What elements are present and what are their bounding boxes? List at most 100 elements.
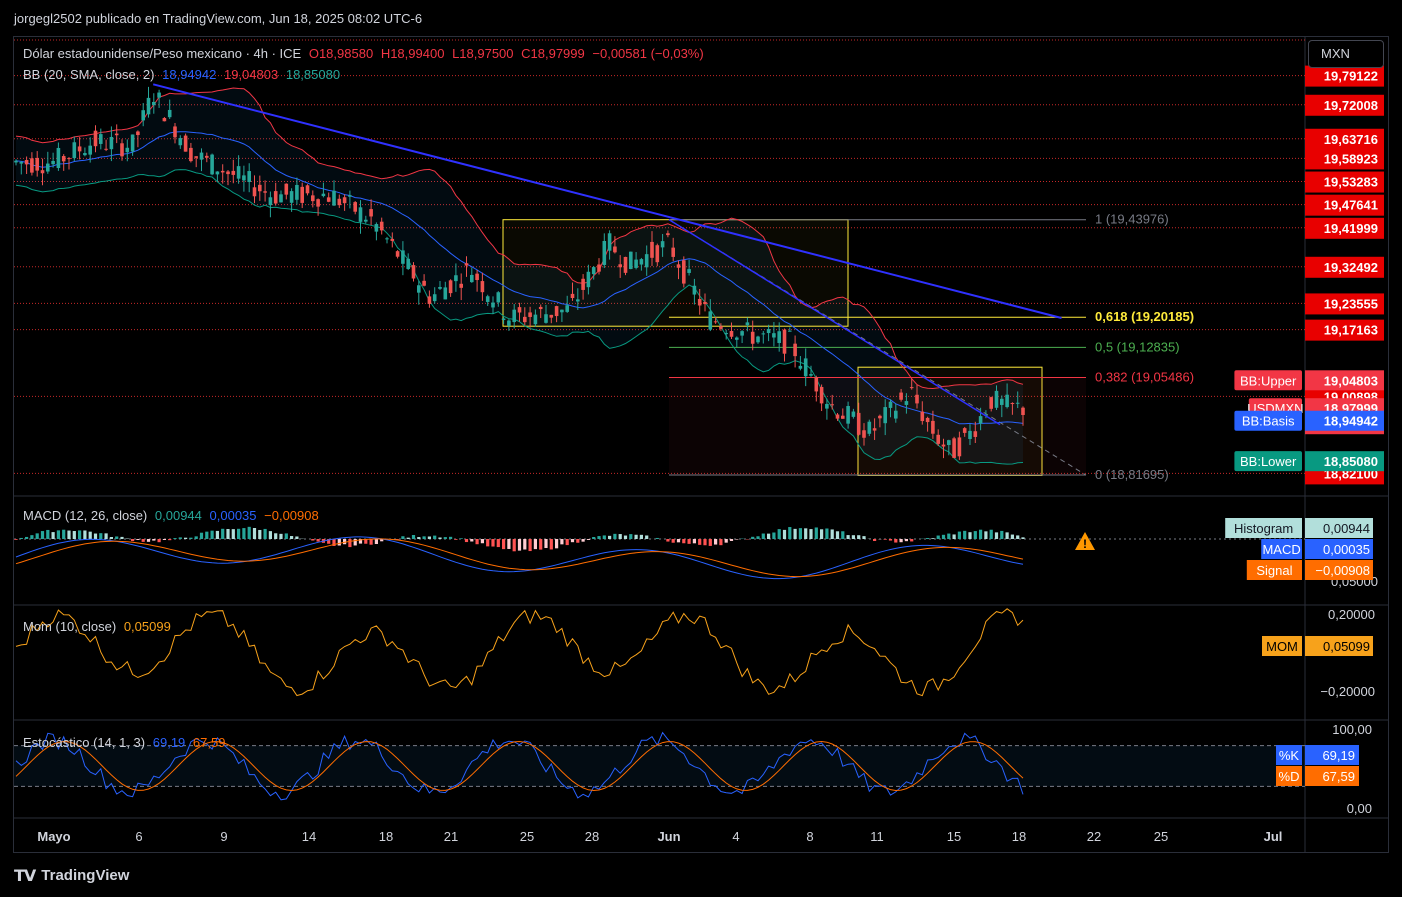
mom-tag-value: 0,05099 [1323,639,1370,654]
mom-label: Mom (10, close) [23,619,117,634]
macd-histogram-bar [268,531,272,539]
candle-body [99,134,103,144]
macd-histogram-bar [146,539,151,542]
macd-histogram-bar [645,535,649,539]
candle-body [788,330,792,332]
time-axis-label: 9 [220,829,227,844]
candle-body [803,358,808,377]
macd-histogram-bar [984,531,988,539]
candle-body [560,309,564,313]
candle-body [867,421,872,434]
candle-body [851,411,856,417]
macd-histogram-bar [443,537,447,539]
candle-body [337,198,342,206]
candle-body [660,241,665,248]
candle-body [24,160,29,165]
macd-histogram-bar [470,539,474,542]
price-axis-label: 19,58923 [1324,151,1378,166]
candle-body [379,221,384,231]
macd-histogram-bar [502,539,506,550]
candle-body [814,377,819,392]
candle-body [501,318,506,320]
macd-histogram-bar [480,539,484,544]
stoch-axis-label: 100,00 [1332,722,1372,737]
time-axis-label: Jun [657,829,680,844]
candle-body [258,184,262,192]
candle-body [666,233,670,236]
candle-body [395,251,400,257]
candle-body [952,438,956,458]
candle-body [348,195,352,197]
macd-histogram-bar [666,539,670,542]
macd-histogram-bar [698,539,702,545]
candle-body [697,298,702,306]
price-tag-value: 18,85080 [1324,454,1378,469]
macd-histogram-bar [178,537,182,539]
macd-histogram-bar [703,539,707,546]
candle-body [157,92,161,98]
candle-body [740,331,744,336]
price-axis-label: 19,17163 [1324,323,1378,338]
macd-histogram-bar [242,528,246,539]
macd-histogram-bar [793,528,797,539]
macd-histogram-bar [210,530,214,539]
chart-svg[interactable]: 1 (19,43976) 0,618 (19,20185) 0,5 (19,1283… [0,0,1402,897]
candle-body [629,251,633,269]
macd-histogram-bar [555,539,559,549]
macd-histogram-bar [989,529,993,539]
ohlc-open: O18,98580 [308,46,374,61]
candle-body [77,146,82,152]
macd-histogram-bar [639,534,643,539]
macd-histogram-bar [952,534,956,539]
macd-histogram-bar [30,535,34,539]
currency-selector[interactable]: MXN [1308,40,1384,68]
price-tag-name: BB:Lower [1240,454,1297,469]
candle-body [35,157,39,171]
candle-body [507,320,511,326]
macd-histogram-bar [104,533,108,539]
candle-body [236,166,241,179]
macd-histogram-bar [491,539,495,547]
macd-histogram-bar [51,532,55,539]
candle-body [120,143,124,157]
macd-histogram-bar [565,539,569,546]
candle-body [56,147,61,169]
macd-histogram-bar [507,539,511,549]
candle-body [962,428,967,433]
macd-histogram-bar [438,537,442,539]
macd-histogram-bar [141,539,145,542]
candle-body [353,202,357,212]
macd-histogram-bar [1016,535,1020,539]
macd-histogram-bar [719,539,723,546]
macd-histogram-bar [168,539,172,541]
macd-histogram-bar [528,539,532,552]
macd-histogram-bar [592,537,596,539]
candle-body [247,171,251,182]
price-axis-label: 19,47641 [1324,198,1378,213]
candle-body [152,101,156,106]
candle-body [650,241,654,258]
candle-body [576,299,580,302]
macd-histogram-bar [539,539,543,550]
macd-histogram-bar [427,536,431,539]
candle-body [231,170,236,175]
candle-body [311,195,315,202]
mom-tag-name: MOM [1266,639,1298,654]
candle-body [692,285,697,295]
macd-histogram-bar [576,539,580,543]
time-axis-label: 18 [379,829,393,844]
macd-histogram-bar [761,533,765,539]
candle-body [61,156,66,162]
macd-histogram-bar [608,535,612,539]
price-tag-name: BB:Basis [1242,414,1295,429]
macd-histogram-bar [544,539,548,549]
macd-histogram-bar [676,539,681,543]
macd-histogram-bar [899,539,903,543]
candle-body [538,306,543,310]
candle-body [846,406,850,424]
macd-histogram-bar [963,530,967,539]
macd-histogram-bar [464,539,469,543]
candle-body [401,250,405,264]
candle-body [682,260,686,284]
candle-body [655,245,660,263]
